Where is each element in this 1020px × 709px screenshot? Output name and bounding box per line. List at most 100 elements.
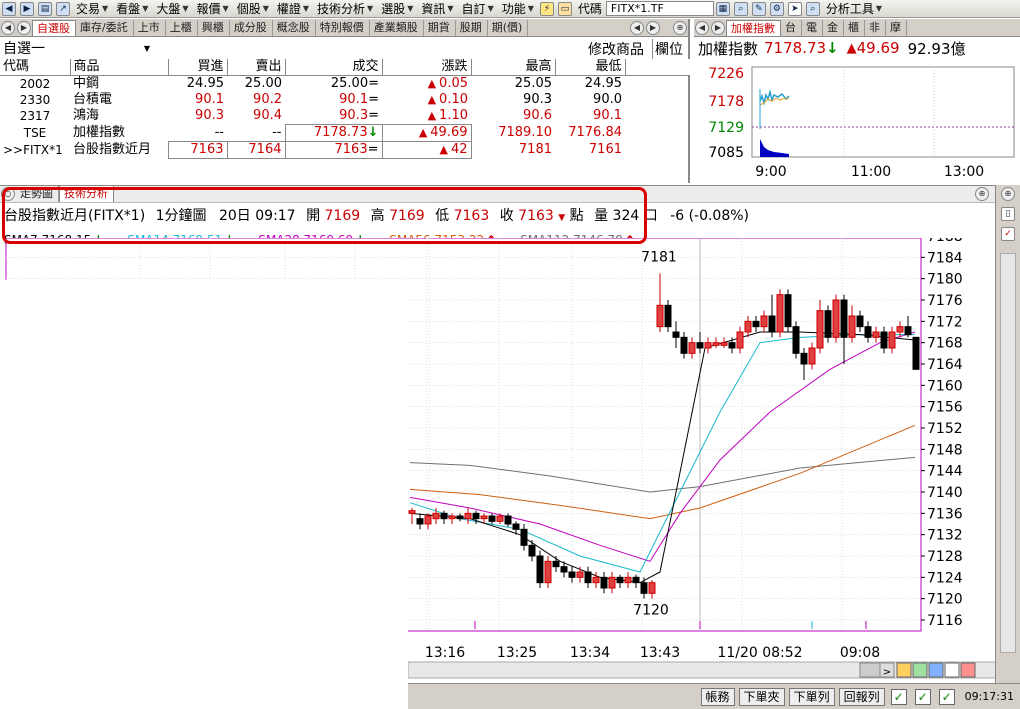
tools-icon[interactable]: ✎ (751, 1, 766, 16)
column-header[interactable]: 漲跌 (382, 59, 472, 76)
folder-icon[interactable]: ▭ (557, 1, 572, 16)
menu-item-10[interactable]: 功能 ▼ (498, 0, 538, 17)
table-row[interactable]: 2330 台積電 90.1 90.2 90.1= ▲ 0.10 90.3 90.0 (0, 92, 690, 108)
tab-watchlist-2[interactable]: 上市 (134, 20, 166, 36)
down-arrow-icon: ↓ (367, 125, 379, 140)
tab-index-6[interactable]: 摩 (886, 20, 907, 36)
status-button-0[interactable]: 帳務 (700, 687, 735, 706)
index-tab-right-icon[interactable]: ▶ (711, 21, 725, 35)
blank-region (0, 280, 408, 709)
index-tab-left-icon[interactable]: ◀ (695, 21, 709, 35)
table-row[interactable]: TSE 加權指數 -- -- 7178.73↓ ▲ 49.69 7189.10 7176.84 (0, 124, 690, 142)
table-row[interactable]: 2317 鴻海 90.3 90.4 90.3= ▲ 1.10 90.6 90.1 (0, 108, 690, 125)
tab-scroll-right-icon[interactable]: ▶ (17, 21, 31, 35)
cursor-icon[interactable]: ➤ (787, 1, 802, 16)
scroll-left-button[interactable] (859, 662, 881, 678)
tab-index-5[interactable]: 非 (865, 20, 886, 36)
print-icon[interactable]: ▤ (38, 1, 52, 16)
menu-item-2[interactable]: 大盤 ▼ (152, 0, 192, 17)
back-icon[interactable]: ◀ (2, 1, 16, 16)
zoom-in-icon[interactable]: ⊕ (673, 21, 687, 35)
tab-watchlist-7[interactable]: 特別報價 (316, 20, 370, 36)
candle-body (424, 515, 432, 525)
candle-body (904, 326, 912, 336)
status-button-1[interactable]: 下單夾 (738, 687, 785, 706)
side-zoom-icon[interactable]: ⊕ (1001, 187, 1015, 201)
chevron-down-icon: ▼ (143, 43, 150, 53)
check-icon[interactable]: ✓ (890, 688, 907, 705)
chart-tool-icon[interactable] (896, 662, 912, 678)
analysis-tools-menu[interactable]: 分析工具 ▼ (822, 0, 886, 17)
tab-scroll-left-icon[interactable]: ◀ (1, 21, 15, 35)
tab-watchlist-5[interactable]: 成分股 (230, 20, 273, 36)
status-button-3[interactable]: 回報列 (838, 687, 885, 706)
candle-body (880, 331, 888, 349)
check-icon[interactable]: ✓ (914, 688, 931, 705)
tab-index-1[interactable]: 台 (781, 20, 802, 36)
group-select[interactable]: 自選一 ▼ (0, 38, 150, 58)
tab-watchlist-0[interactable]: 自選股 (32, 20, 76, 36)
symbol-input[interactable]: FITX*1.TF (605, 1, 714, 16)
tab-watchlist-9[interactable]: 期貨 (424, 20, 456, 36)
menu-item-0[interactable]: 交易 ▼ (72, 0, 112, 17)
column-header[interactable]: 最高 (471, 59, 556, 76)
magnifier-icon[interactable]: ⌕ (733, 1, 748, 16)
menu-item-5[interactable]: 權證 ▼ (273, 0, 313, 17)
link-icon[interactable]: ↗ (56, 1, 70, 16)
menu-item-6[interactable]: 技術分析 ▼ (313, 0, 377, 17)
highlight-box (2, 187, 647, 244)
columns-button[interactable]: 欄位 (652, 39, 683, 59)
column-header[interactable]: 成交 (285, 59, 383, 76)
side-scrollbar[interactable] (1000, 253, 1016, 653)
tab-index-4[interactable]: 櫃 (844, 20, 865, 36)
side-panel-icon[interactable]: ▯ (1001, 207, 1015, 221)
tab-watchlist-8[interactable]: 產業類股 (370, 20, 424, 36)
tab-watchlist-10[interactable]: 股期 (456, 20, 488, 36)
tab-index-3[interactable]: 金 (823, 20, 844, 36)
chart-tool-icon[interactable] (944, 662, 960, 678)
analysis-icon[interactable]: ⌕ (805, 1, 820, 16)
chart-tool-icon[interactable]: ▦ (715, 1, 730, 16)
table-row[interactable]: >>FITX*1 台股指數近月 7163 7164 7163= ▲ 42 7181 7161 (0, 141, 690, 159)
tab-watchlist-1[interactable]: 庫存/委託 (76, 20, 134, 36)
check-icon[interactable]: ✓ (938, 688, 955, 705)
tab-scroll-left2-icon[interactable]: ◀ (630, 21, 644, 35)
column-header[interactable]: 買進 (168, 59, 228, 76)
status-button-2[interactable]: 下單列 (788, 687, 835, 706)
chart-zoom-icon[interactable]: ⊕ (975, 186, 989, 201)
candle-body (656, 304, 664, 328)
table-row[interactable]: 2002 中鋼 24.95 25.00 25.00= ▲ 0.05 25.05 24.95 (0, 76, 690, 93)
menu-item-8[interactable]: 資訊 ▼ (417, 0, 457, 17)
chart-tool-icon[interactable] (912, 662, 928, 678)
candle-body (432, 512, 440, 520)
menu-item-1[interactable]: 看盤 ▼ (112, 0, 152, 17)
tab-watchlist-6[interactable]: 概念股 (273, 20, 316, 36)
menu-item-4[interactable]: 個股 ▼ (233, 0, 273, 17)
tab-index-0[interactable]: 加權指數 (726, 20, 781, 36)
side-check-icon[interactable]: ✓ (1001, 227, 1015, 241)
y-tick-label: 7172 (927, 314, 963, 330)
column-header[interactable]: 賣出 (227, 59, 286, 76)
menu-item-7[interactable]: 選股 ▼ (377, 0, 417, 17)
menu-item-3[interactable]: 報價 ▼ (193, 0, 233, 17)
cell-high: 25.05 (514, 76, 552, 91)
cell-high: 7181 (518, 142, 552, 157)
tab-watchlist-11[interactable]: 期(價) (488, 20, 529, 36)
chart-tool-icon[interactable] (928, 662, 944, 678)
settings-icon[interactable]: ⚙ (769, 1, 784, 16)
modify-products-button[interactable]: 修改商品 (588, 39, 644, 59)
tab-scroll-right2-icon[interactable]: ▶ (646, 21, 660, 35)
cell-ask: 90.4 (253, 108, 282, 124)
column-header[interactable]: 代碼 (0, 59, 71, 76)
candle-body (456, 515, 464, 520)
menu-item-9[interactable]: 自訂 ▼ (458, 0, 498, 17)
tab-index-2[interactable]: 電 (802, 20, 823, 36)
forward-icon[interactable]: ▶ (20, 1, 34, 16)
column-header[interactable]: 商品 (70, 59, 169, 76)
chart-tool-icon[interactable] (960, 662, 976, 678)
lightning-icon[interactable]: ⚡ (539, 1, 554, 16)
tab-watchlist-4[interactable]: 興櫃 (198, 20, 230, 36)
tab-watchlist-3[interactable]: 上櫃 (166, 20, 198, 36)
column-header[interactable]: 最低 (555, 59, 626, 76)
chevron-down-icon: ▼ (487, 4, 494, 13)
